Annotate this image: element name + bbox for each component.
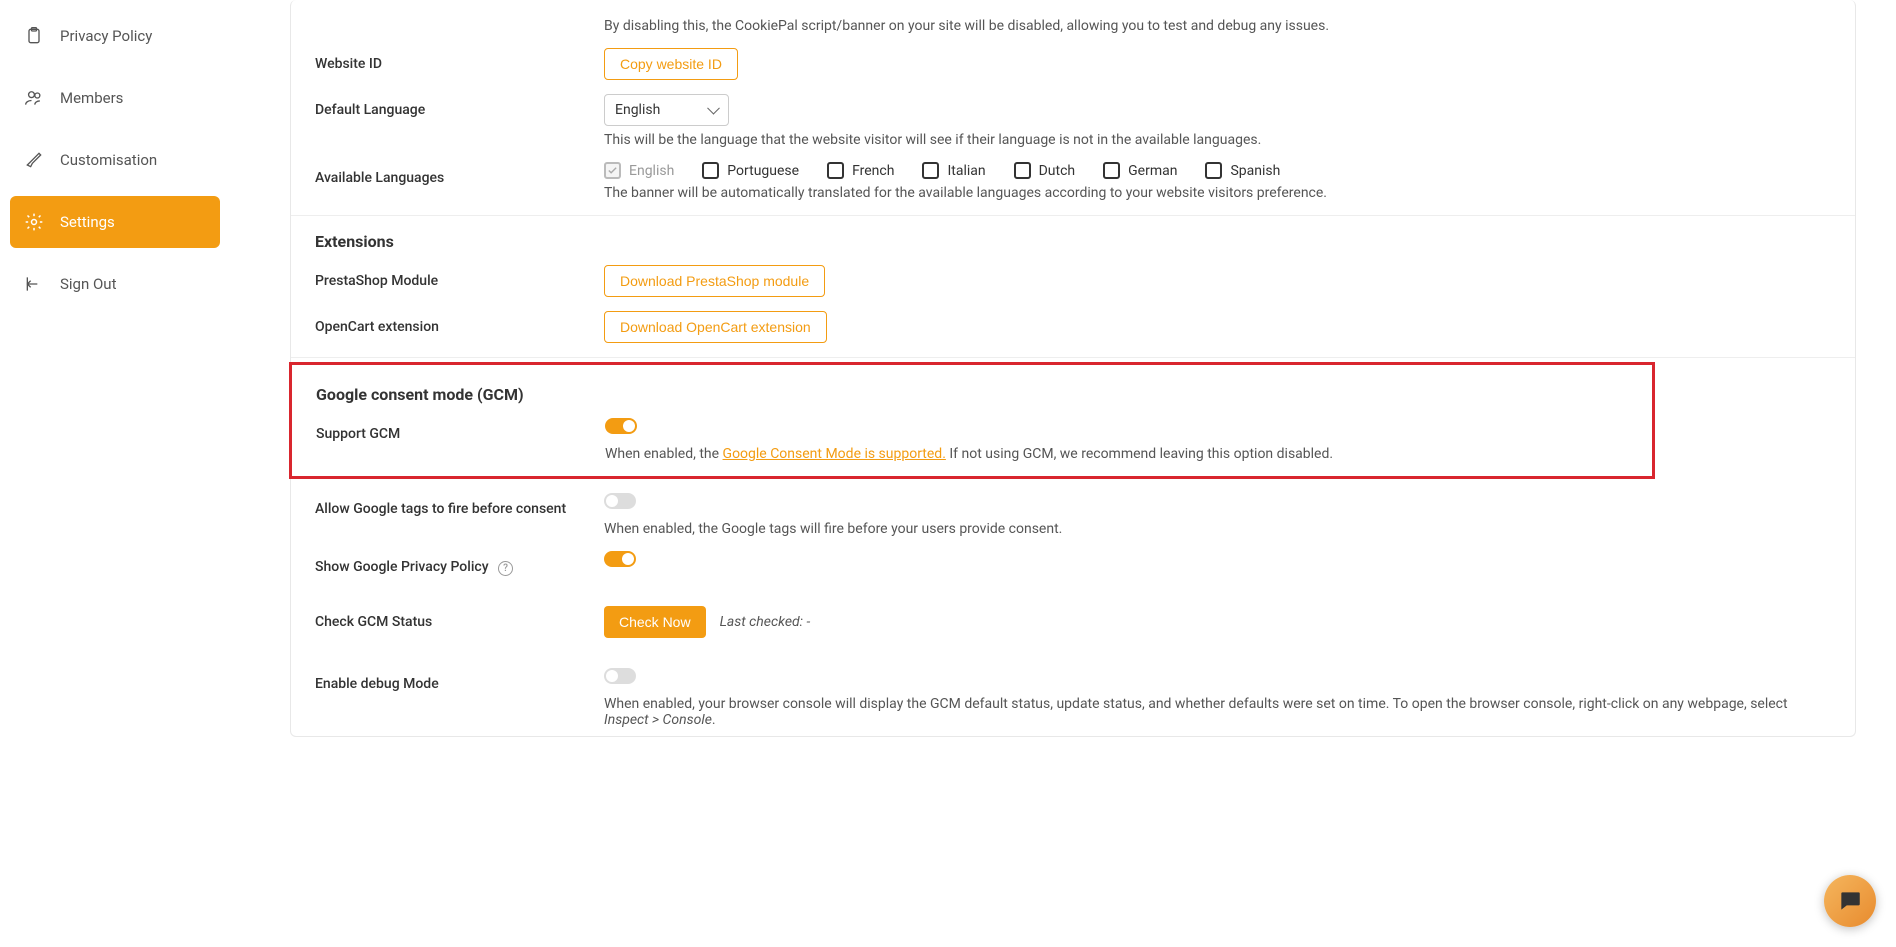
clipboard-icon	[24, 26, 44, 46]
debug-mode-label: Enable debug Mode	[315, 668, 604, 692]
section-general: By disabling this, the CookiePal script/…	[291, 0, 1855, 216]
available-languages-label: Available Languages	[315, 162, 604, 186]
lang-dutch[interactable]: Dutch	[1014, 162, 1076, 179]
empty-label	[315, 18, 604, 26]
settings-card: By disabling this, the CookiePal script/…	[290, 0, 1856, 737]
checkbox-portuguese[interactable]	[702, 162, 719, 179]
show-privacy-toggle[interactable]	[604, 551, 636, 567]
support-gcm-label: Support GCM	[316, 418, 605, 442]
main-content: By disabling this, the CookiePal script/…	[230, 0, 1896, 947]
select-value: English	[604, 94, 729, 126]
lang-label: Spanish	[1230, 163, 1280, 179]
debug-mode-help: When enabled, your browser console will …	[604, 696, 1831, 728]
chat-button[interactable]	[1824, 875, 1876, 927]
prestashop-label: PrestaShop Module	[315, 265, 604, 289]
show-privacy-label: Show Google Privacy Policy ?	[315, 551, 604, 576]
lang-label: Portuguese	[727, 163, 799, 179]
gear-icon	[24, 212, 44, 232]
default-language-select[interactable]: English	[604, 94, 729, 126]
extensions-title: Extensions	[291, 220, 1855, 251]
lang-label: German	[1128, 163, 1177, 179]
lang-spanish[interactable]: Spanish	[1205, 162, 1280, 179]
gcm-highlight: Google consent mode (GCM) Support GCM Wh…	[289, 362, 1655, 479]
allow-tags-label: Allow Google tags to fire before consent	[315, 493, 604, 517]
signout-icon	[24, 274, 44, 294]
gcm-link[interactable]: Google Consent Mode is supported.	[723, 446, 946, 462]
sidebar-item-label: Customisation	[60, 151, 157, 169]
disable-help-text: By disabling this, the CookiePal script/…	[604, 18, 1831, 34]
sidebar-item-label: Privacy Policy	[60, 27, 152, 45]
lang-label: Italian	[947, 163, 985, 179]
debug-mode-toggle[interactable]	[604, 668, 636, 684]
sidebar: Privacy Policy Members Customisation Set…	[0, 0, 230, 947]
section-gcm: Google consent mode (GCM) Support GCM Wh…	[291, 358, 1855, 736]
checkbox-french[interactable]	[827, 162, 844, 179]
lang-label: French	[852, 163, 894, 179]
lang-label: Dutch	[1039, 163, 1076, 179]
help-icon[interactable]: ?	[498, 561, 513, 576]
lang-german[interactable]: German	[1103, 162, 1177, 179]
check-gcm-label: Check GCM Status	[315, 606, 604, 630]
available-languages-help: The banner will be automatically transla…	[604, 185, 1831, 201]
sidebar-item-members[interactable]: Members	[10, 72, 220, 124]
lang-french[interactable]: French	[827, 162, 894, 179]
lang-italian[interactable]: Italian	[922, 162, 985, 179]
lang-portuguese[interactable]: Portuguese	[702, 162, 799, 179]
sidebar-item-label: Members	[60, 89, 123, 107]
sidebar-item-privacy-policy[interactable]: Privacy Policy	[10, 10, 220, 62]
default-language-label: Default Language	[315, 94, 604, 118]
download-prestashop-button[interactable]: Download PrestaShop module	[604, 265, 825, 297]
lang-label: English	[629, 163, 674, 179]
allow-tags-toggle[interactable]	[604, 493, 636, 509]
gcm-title: Google consent mode (GCM)	[292, 373, 1652, 404]
website-id-label: Website ID	[315, 48, 604, 72]
default-language-help: This will be the language that the websi…	[604, 132, 1831, 148]
checkbox-spanish[interactable]	[1205, 162, 1222, 179]
download-opencart-button[interactable]: Download OpenCart extension	[604, 311, 827, 343]
lang-english: English	[604, 162, 674, 179]
checkbox-german[interactable]	[1103, 162, 1120, 179]
available-languages-list: English Portuguese French	[604, 162, 1831, 179]
brush-icon	[24, 150, 44, 170]
sidebar-item-signout[interactable]: Sign Out	[10, 258, 220, 310]
sidebar-item-label: Sign Out	[60, 275, 116, 293]
support-gcm-toggle[interactable]	[605, 418, 637, 434]
chat-icon	[1837, 888, 1863, 914]
support-gcm-help: When enabled, the Google Consent Mode is…	[605, 446, 1628, 462]
section-extensions: Extensions PrestaShop Module Download Pr…	[291, 216, 1855, 358]
allow-tags-help: When enabled, the Google tags will fire …	[604, 521, 1831, 537]
check-now-button[interactable]: Check Now	[604, 606, 706, 638]
sidebar-item-label: Settings	[60, 213, 115, 231]
checkbox-italian[interactable]	[922, 162, 939, 179]
last-checked-text: Last checked: -	[720, 614, 811, 630]
opencart-label: OpenCart extension	[315, 311, 604, 335]
copy-website-id-button[interactable]: Copy website ID	[604, 48, 738, 80]
users-icon	[24, 88, 44, 108]
sidebar-item-customisation[interactable]: Customisation	[10, 134, 220, 186]
sidebar-item-settings[interactable]: Settings	[10, 196, 220, 248]
checkbox-english	[604, 162, 621, 179]
checkbox-dutch[interactable]	[1014, 162, 1031, 179]
